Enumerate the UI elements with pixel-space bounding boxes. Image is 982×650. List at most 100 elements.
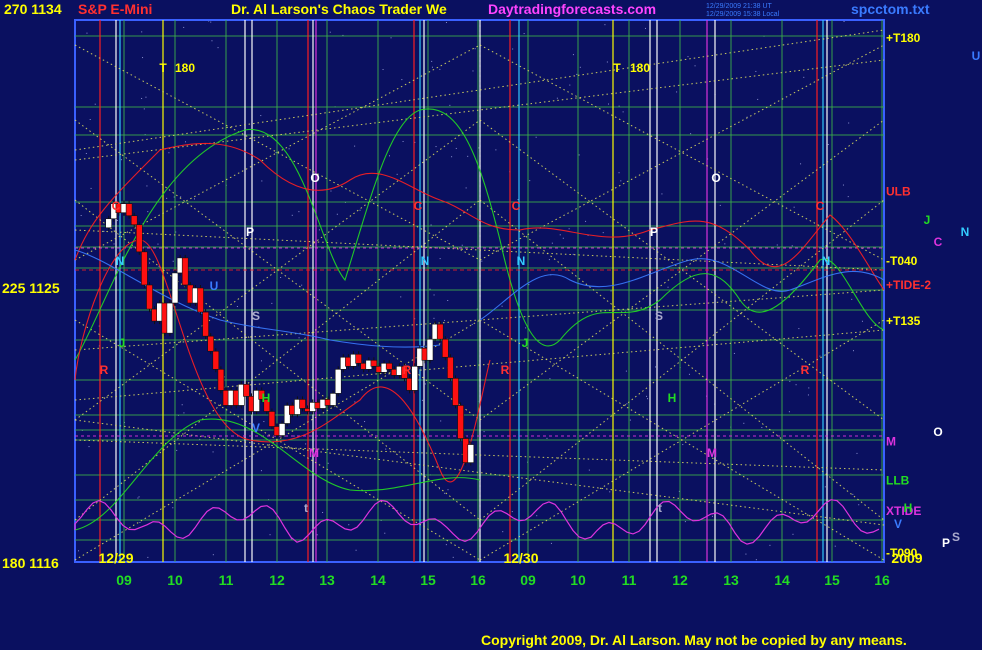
background-dot [288,148,290,150]
planet-marker: V [252,421,260,435]
planet-marker: N [822,254,831,268]
price-bar [146,284,153,310]
background-dot [138,496,140,498]
background-dot [157,243,159,245]
background-dot [535,136,537,138]
background-dot [280,276,282,278]
background-dot [305,443,307,445]
background-dot [556,97,558,99]
background-dot [481,260,483,262]
background-dot [807,394,809,396]
price-bar [426,338,434,361]
background-dot [858,504,860,506]
background-dot [629,419,631,421]
background-dot [120,159,122,161]
background-dot [316,534,318,536]
background-dot [550,542,552,544]
background-dot [433,317,435,319]
background-dot [474,48,476,50]
background-dot [842,184,844,186]
background-dot [471,323,473,325]
planet-marker: P [246,225,254,239]
outside-legend-letter: N [961,225,970,239]
background-dot [439,258,441,260]
background-dot [622,111,624,113]
planet-marker: R [801,363,810,377]
background-dot [620,180,622,182]
outside-legend-letter: U [972,49,981,63]
outside-legend-letter: V [894,517,902,531]
background-dot [444,492,446,494]
background-dot [548,259,550,261]
background-dot [390,37,392,39]
chart-title: Dr. Al Larson's Chaos Trader We [231,1,447,17]
background-dot [389,155,391,157]
background-dot [183,412,185,414]
background-dot [495,149,497,151]
background-dot [819,355,821,357]
planet-marker: O [711,171,720,185]
background-dot [769,544,771,546]
background-dot [139,522,141,524]
background-dot [687,56,689,58]
planet-marker: t [658,501,662,515]
background-dot [141,31,143,33]
right-level-label: +TIDE-2 [886,278,931,292]
background-dot [444,319,446,321]
background-dot [745,553,747,555]
background-dot [430,224,432,226]
xtide-oscillator [74,499,880,545]
background-dot [798,328,800,330]
right-level-label: LLB [886,474,910,488]
background-dot [176,449,178,451]
background-dot [562,237,564,239]
price-bar [278,423,286,436]
background-dot [193,198,195,200]
copyright-notice: Copyright 2009, Dr. Al Larson. May not b… [481,632,907,648]
planet-marker: t [304,501,308,515]
planet-marker: R [100,363,109,377]
background-dot [137,497,139,499]
background-dot [847,196,849,198]
x-tick-label: 11 [622,572,637,588]
background-dot [355,549,357,551]
background-dot [141,97,143,99]
background-dot [501,305,503,307]
background-dot [260,360,262,362]
background-dot [676,91,678,93]
background-dot [336,213,338,215]
price-bar [243,384,250,397]
background-dot [180,196,182,198]
price-bar [171,272,179,304]
outside-legend-letter: J [924,213,931,227]
background-dot [402,140,404,142]
x-tick-label: 16 [470,572,486,588]
background-dot [116,220,118,222]
background-dot [808,387,810,389]
price-bar [181,257,189,286]
y-axis-label-mid: 225 1125 [2,280,60,296]
right-level-label: ULB [886,185,911,199]
background-dot [688,373,690,375]
background-dot [385,448,387,450]
background-dot [546,437,548,439]
background-dot [382,69,384,71]
background-dot [827,144,829,146]
background-dot [843,20,845,22]
planet-marker: C [512,199,521,213]
background-dot [578,154,580,156]
price-bar [268,411,276,427]
background-dot [789,380,791,382]
background-dot [260,115,262,117]
background-dot [85,152,87,154]
background-dot [103,230,105,232]
background-dot [465,187,467,189]
background-dot [440,420,442,422]
planet-marker: C [414,199,423,213]
price-bar [457,405,464,439]
price-bar [370,359,378,367]
background-dot [861,320,863,322]
planet-marker: J [522,336,529,350]
planet-marker: T [159,61,167,75]
background-dot [166,197,168,199]
